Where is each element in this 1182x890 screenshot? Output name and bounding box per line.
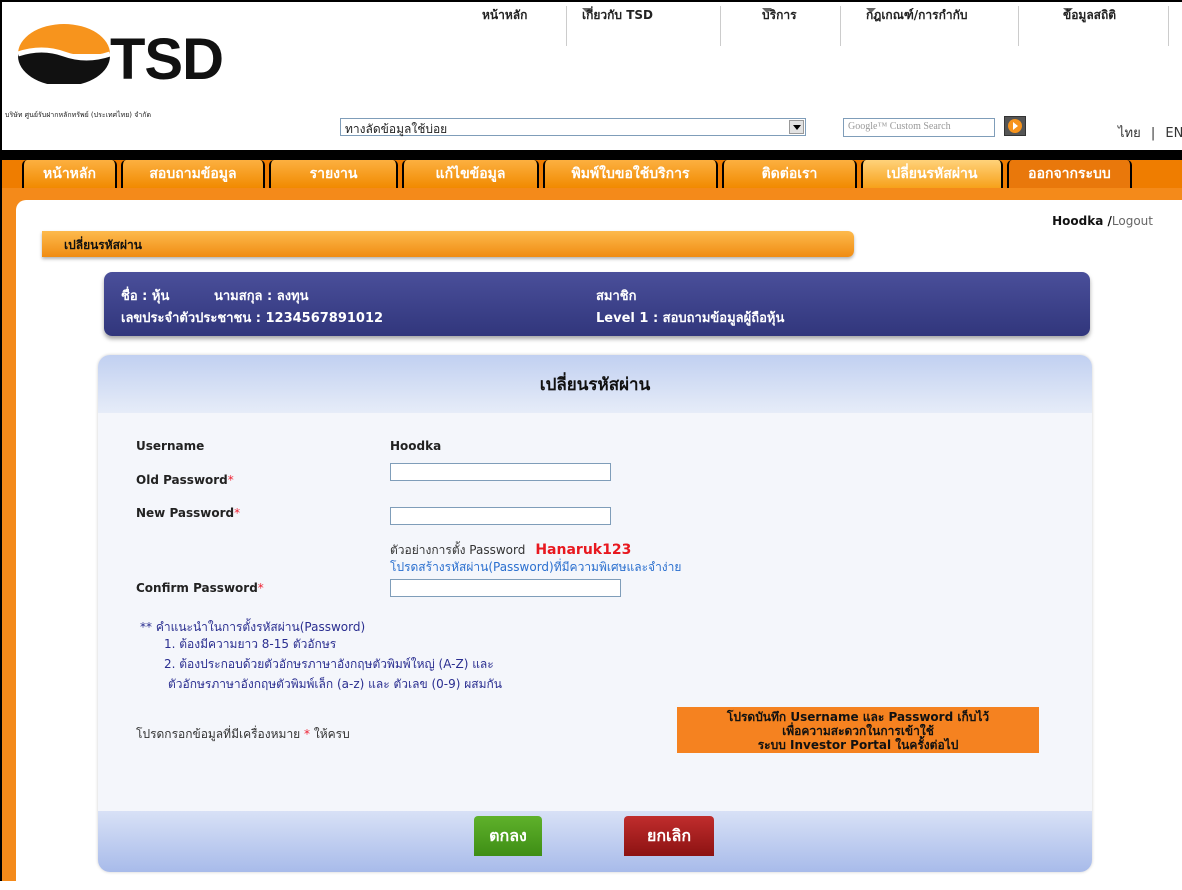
save-credentials-notice: โปรดบันทึก Username และ Password เก็บไว้… (677, 707, 1039, 753)
user-bar: Hoodka /Logout (1052, 214, 1153, 228)
divider (840, 6, 841, 46)
lang-separator: | (1150, 126, 1156, 141)
last-name: นามสกุล : ลงทุน (214, 289, 309, 304)
search-input[interactable]: Google™ Custom Search (843, 118, 995, 137)
main-content: Hoodka /Logout เปลี่ยนรหัสผ่าน ชื่อ : หุ… (16, 200, 1182, 890)
tab-inquiry[interactable]: สอบถามข้อมูล (121, 160, 265, 188)
quick-links-select[interactable]: ทางลัดข้อมูลใช้บ่อย (340, 118, 806, 136)
dropdown-arrow-icon[interactable] (789, 120, 804, 134)
language-switcher: ไทย | ENG (1118, 122, 1182, 143)
arrow-right-icon (1008, 119, 1022, 133)
lang-th-link[interactable]: ไทย (1118, 126, 1141, 141)
old-password-label: Old Password* (136, 473, 234, 487)
confirm-password-label: Confirm Password* (136, 581, 264, 595)
tab-reports[interactable]: รายงาน (269, 160, 398, 188)
new-password-input[interactable] (390, 507, 611, 525)
tab-home[interactable]: หน้าหลัก (22, 160, 117, 188)
section-header: เปลี่ยนรหัสผ่าน (42, 231, 854, 257)
topnav-statistics[interactable]: ข้อมูลสถิติ (1063, 6, 1116, 46)
tab-print-form[interactable]: พิมพ์ใบขอใช้บริการ (543, 160, 718, 188)
first-name: ชื่อ : หุ้น (121, 289, 170, 304)
password-tips: ** คำแนะนำในการตั้งรหัสผ่าน(Password) 1.… (140, 620, 502, 691)
brand-name: TSD (110, 27, 224, 92)
divider (720, 6, 721, 46)
panel-title: เปลี่ยนรหัสผ่าน (539, 375, 651, 395)
id-card-number: เลขประจำตัวประชาชน : 1234567891012 (121, 311, 384, 326)
divider (1168, 6, 1169, 46)
new-password-label: New Password* (136, 506, 241, 520)
panel-header: เปลี่ยนรหัสผ่าน (98, 355, 1092, 413)
password-example-value: Hanaruk123 (535, 542, 632, 558)
required-note: โปรดกรอกข้อมูลที่มีเครื่องหมาย * ให้ครบ (136, 727, 350, 741)
logout-link[interactable]: Logout (1112, 214, 1153, 228)
divider (566, 6, 567, 46)
password-hint: โปรดสร้างรหัสผ่าน(Password)ที่มีความพิเศ… (390, 560, 682, 574)
lang-en-link[interactable]: ENG (1165, 126, 1182, 141)
tab-edit-info[interactable]: แก้ไขข้อมูล (402, 160, 539, 188)
topnav-rules[interactable]: กฎเกณฑ์/การกำกับ (866, 6, 968, 46)
panel-footer (98, 811, 1092, 872)
search-button[interactable] (1004, 116, 1026, 136)
company-name: บริษัท ศูนย์รับฝากหลักทรัพย์ (ประเทศไทย)… (5, 111, 152, 119)
username-display: Hoodka (1052, 214, 1104, 228)
member-info-box: ชื่อ : หุ้น นามสกุล : ลงทุน เลขประจำตัวป… (104, 272, 1090, 336)
cancel-button[interactable]: ยกเลิก (624, 816, 714, 856)
change-password-panel: เปลี่ยนรหัสผ่าน Username Hoodka Old Pass… (98, 355, 1092, 872)
main-nav: หน้าหลัก สอบถามข้อมูล รายงาน แก้ไขข้อมูล… (2, 150, 1182, 188)
content-frame: Hoodka /Logout เปลี่ยนรหัสผ่าน ชื่อ : หุ… (2, 188, 1182, 890)
confirm-password-input[interactable] (390, 579, 621, 597)
topnav-services[interactable]: บริการ (762, 6, 797, 46)
divider (1018, 6, 1019, 46)
username-label: Username (136, 439, 205, 453)
tab-change-password[interactable]: เปลี่ยนรหัสผ่าน (861, 160, 1003, 188)
username-value: Hoodka (390, 439, 442, 453)
tab-contact[interactable]: ติดต่อเรา (722, 160, 857, 188)
member-level: Level 1 : สอบถามข้อมูลผู้ถือหุ้น (596, 311, 785, 326)
tab-logout[interactable]: ออกจากระบบ (1007, 160, 1132, 188)
topnav-about[interactable]: เกี่ยวกับ TSD (582, 6, 653, 46)
ok-button[interactable]: ตกลง (474, 816, 542, 856)
member-type: สมาชิก (596, 289, 637, 304)
old-password-input[interactable] (390, 463, 611, 481)
tsd-logo-icon (17, 24, 111, 84)
